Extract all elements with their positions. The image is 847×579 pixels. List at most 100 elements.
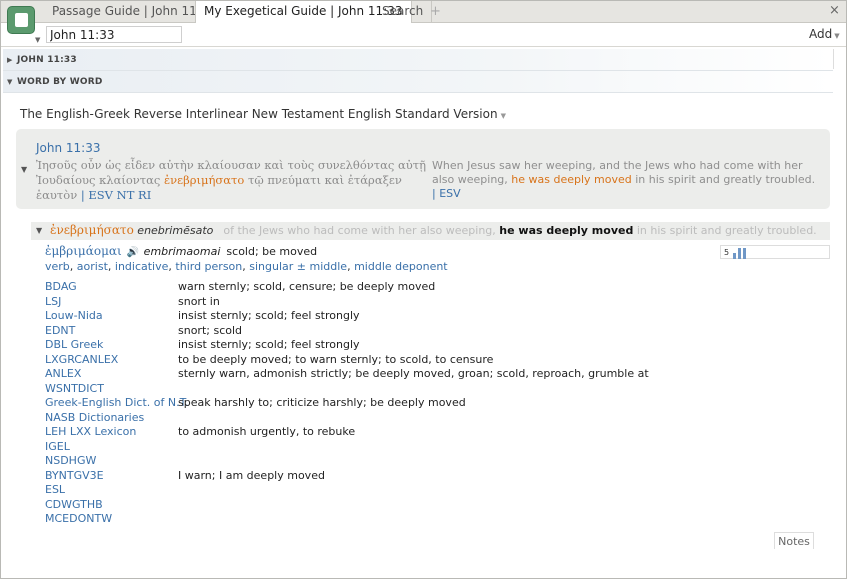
interlinear-title: The English-Greek Reverse Interlinear Ne… bbox=[20, 107, 498, 121]
lexicon-link[interactable]: ANLEX bbox=[45, 367, 81, 382]
close-icon[interactable]: × bbox=[829, 3, 840, 18]
parsing-line: verb, aorist, indicative, third person, … bbox=[45, 260, 448, 273]
lexicon-link[interactable]: Louw-Nida bbox=[45, 309, 103, 324]
chevron-down-icon: ▼ bbox=[500, 112, 506, 120]
lexicon-link[interactable]: NSDHGW bbox=[45, 454, 96, 469]
logos-logo-icon bbox=[7, 6, 35, 34]
section-header-passage[interactable]: ▶ JOHN 11:33 bbox=[3, 49, 833, 71]
notes-button[interactable]: Notes bbox=[774, 532, 814, 549]
parsing-link[interactable]: third person bbox=[175, 260, 242, 273]
word-context: in his spirit and greatly troubled. bbox=[633, 224, 817, 237]
lexicon-link[interactable]: ESL bbox=[45, 483, 65, 498]
lexicon-gloss: to be deeply moved; to warn sternly; to … bbox=[178, 352, 494, 366]
lexicon-row: MCEDONTW bbox=[45, 512, 685, 527]
lemma-gloss: scold; be moved bbox=[226, 245, 318, 258]
lexicon-row: LEH LXX Lexicon to admonish urgently, to … bbox=[45, 425, 685, 440]
app-menu-icon[interactable]: ▼ bbox=[7, 6, 41, 44]
chevron-down-icon[interactable]: ▼ bbox=[21, 165, 27, 174]
speaker-icon[interactable]: 🔊 bbox=[126, 247, 140, 258]
lexicon-gloss: speak harshly to; criticize harshly; be … bbox=[178, 396, 466, 409]
greek-verse-text: Ἰησοῦς οὖν ὡς εἶδεν αὐτὴν κλαίουσαν καὶ … bbox=[36, 158, 440, 203]
occurrence-bar bbox=[738, 248, 741, 259]
parsing-link[interactable]: indicative bbox=[115, 260, 169, 273]
section-header-word-by-word[interactable]: ▼ WORD BY WORD bbox=[3, 71, 833, 93]
occurrence-bar bbox=[743, 248, 746, 259]
word-header-content: ἐνεβριμήσατο enebrimēsato of the Jews who… bbox=[50, 222, 817, 239]
occurrence-graph[interactable]: 5 bbox=[720, 245, 830, 259]
scrollbar[interactable] bbox=[833, 49, 834, 69]
lexicon-gloss: insist sternly; scold; feel strongly bbox=[178, 309, 360, 322]
word-greek: ἐνεβριμήσατο bbox=[50, 223, 134, 237]
word-context-bold: he was deeply moved bbox=[499, 224, 634, 237]
lexicon-gloss: snort; scold bbox=[178, 323, 243, 337]
version-link[interactable]: | ESV bbox=[81, 188, 113, 202]
chevron-down-icon: ▼ bbox=[35, 36, 41, 44]
lemma-translit: embrimaomai bbox=[143, 245, 221, 258]
lexicon-row: EDNT snort; scold bbox=[45, 324, 685, 339]
lexicon-link[interactable]: LSJ bbox=[45, 295, 61, 310]
lexicon-row: IGEL bbox=[45, 440, 685, 455]
version-link[interactable]: | ESV bbox=[432, 187, 461, 200]
lexicon-row: NSDHGW bbox=[45, 454, 685, 469]
section-title: JOHN 11:33 bbox=[17, 55, 77, 65]
lexicon-link[interactable]: NASB Dictionaries bbox=[45, 411, 144, 426]
lexicon-link[interactable]: DBL Greek bbox=[45, 338, 103, 353]
english-text[interactable]: in his spirit and greatly troubled. bbox=[632, 173, 815, 186]
chevron-down-icon[interactable]: ▼ bbox=[36, 222, 42, 239]
chevron-down-icon: ▼ bbox=[834, 32, 840, 40]
verse-panel: John 11:33 ▼ Ἰησοῦς οὖν ὡς εἶδεν αὐτὴν κ… bbox=[16, 129, 830, 209]
english-highlight-phrase[interactable]: he was deeply moved bbox=[511, 173, 631, 186]
reference-input[interactable] bbox=[46, 26, 182, 43]
app-window: Passage Guide | John 11:33 My Exegetical… bbox=[0, 0, 847, 579]
occurrence-bar bbox=[733, 253, 736, 259]
section-title: WORD BY WORD bbox=[17, 77, 103, 87]
add-tab-icon[interactable]: + bbox=[430, 1, 441, 22]
word-translit: enebrimēsato bbox=[137, 224, 214, 237]
lexicon-link[interactable]: BYNTGV3E bbox=[45, 469, 104, 484]
english-verse-text: When Jesus saw her weeping, and the Jews… bbox=[432, 159, 822, 201]
parsing-link[interactable]: singular ± middle bbox=[249, 260, 347, 273]
lexicon-gloss: insist sternly; scold; feel strongly bbox=[178, 338, 360, 351]
chevron-right-icon: ▶ bbox=[7, 56, 13, 64]
lexicon-link[interactable]: EDNT bbox=[45, 324, 75, 339]
lexicon-row: Louw-Nida insist sternly; scold; feel str… bbox=[45, 309, 685, 324]
add-button[interactable]: Add ▼ bbox=[809, 27, 840, 41]
parsing-link[interactable]: aorist bbox=[77, 260, 108, 273]
tab-search[interactable]: Search bbox=[374, 1, 433, 23]
lexicon-link[interactable]: LXGRCANLEX bbox=[45, 353, 118, 368]
lexicon-gloss: snort in bbox=[178, 294, 220, 308]
greek-highlight-word[interactable]: ἐνεβριμήσατο bbox=[164, 173, 244, 187]
add-button-label: Add bbox=[809, 27, 833, 41]
tab-strip: Passage Guide | John 11:33 My Exegetical… bbox=[1, 1, 846, 24]
verse-reference-link[interactable]: John 11:33 bbox=[36, 141, 101, 155]
lexicon-row: NASB Dictionaries bbox=[45, 411, 685, 426]
lexicon-list: BDAG warn sternly; scold, censure; be dee… bbox=[45, 280, 685, 527]
lexicon-link[interactable]: IGEL bbox=[45, 440, 70, 455]
lexicon-row: WSNTDICT bbox=[45, 382, 685, 397]
lexicon-gloss: sternly warn, admonish strictly; be deep… bbox=[178, 367, 649, 380]
parsing-link[interactable]: verb bbox=[45, 260, 70, 273]
lexicon-row: ESL bbox=[45, 483, 685, 498]
word-header-row[interactable]: ▼ ἐνεβριμήσατο enebrimēsato of the Jews w… bbox=[31, 222, 830, 240]
lexicon-row: BDAG warn sternly; scold, censure; be dee… bbox=[45, 280, 685, 295]
lexicon-link[interactable]: LEH LXX Lexicon bbox=[45, 425, 136, 440]
lexicon-link[interactable]: CDWGTHB bbox=[45, 498, 103, 513]
lexicon-gloss: to admonish urgently, to rebuke bbox=[178, 425, 356, 438]
version-link[interactable]: NT RI bbox=[117, 188, 152, 202]
lemma-greek-link[interactable]: ἐμβριμάομαι bbox=[45, 244, 122, 258]
lexicon-row: LXGRCANLEX to be deeply moved; to warn st… bbox=[45, 353, 685, 368]
lexicon-link[interactable]: MCEDONTW bbox=[45, 512, 112, 527]
lexicon-gloss: warn sternly; scold, censure; be deeply … bbox=[178, 280, 436, 293]
reference-bar: Add▼ bbox=[1, 23, 846, 47]
lexicon-row: ANLEX sternly warn, admonish strictly; be… bbox=[45, 367, 685, 382]
lexicon-link[interactable]: Greek-English Dict. of N.T. bbox=[45, 396, 189, 411]
lexicon-gloss: I warn; I am deeply moved bbox=[178, 468, 325, 482]
lexicon-row: LSJ snort in bbox=[45, 295, 685, 310]
lexicon-link[interactable]: WSNTDICT bbox=[45, 382, 104, 397]
parsing-link[interactable]: middle deponent bbox=[354, 260, 448, 273]
lemma-line: ἐμβριμάομαι 🔊 embrimaomai scold; be moved bbox=[45, 244, 317, 258]
lexicon-row: Greek-English Dict. of N.T. speak harshly… bbox=[45, 396, 685, 411]
lexicon-link[interactable]: BDAG bbox=[45, 280, 77, 295]
interlinear-selector[interactable]: The English-Greek Reverse Interlinear Ne… bbox=[20, 107, 506, 121]
lexicon-row: BYNTGV3E I warn; I am deeply moved bbox=[45, 469, 685, 484]
